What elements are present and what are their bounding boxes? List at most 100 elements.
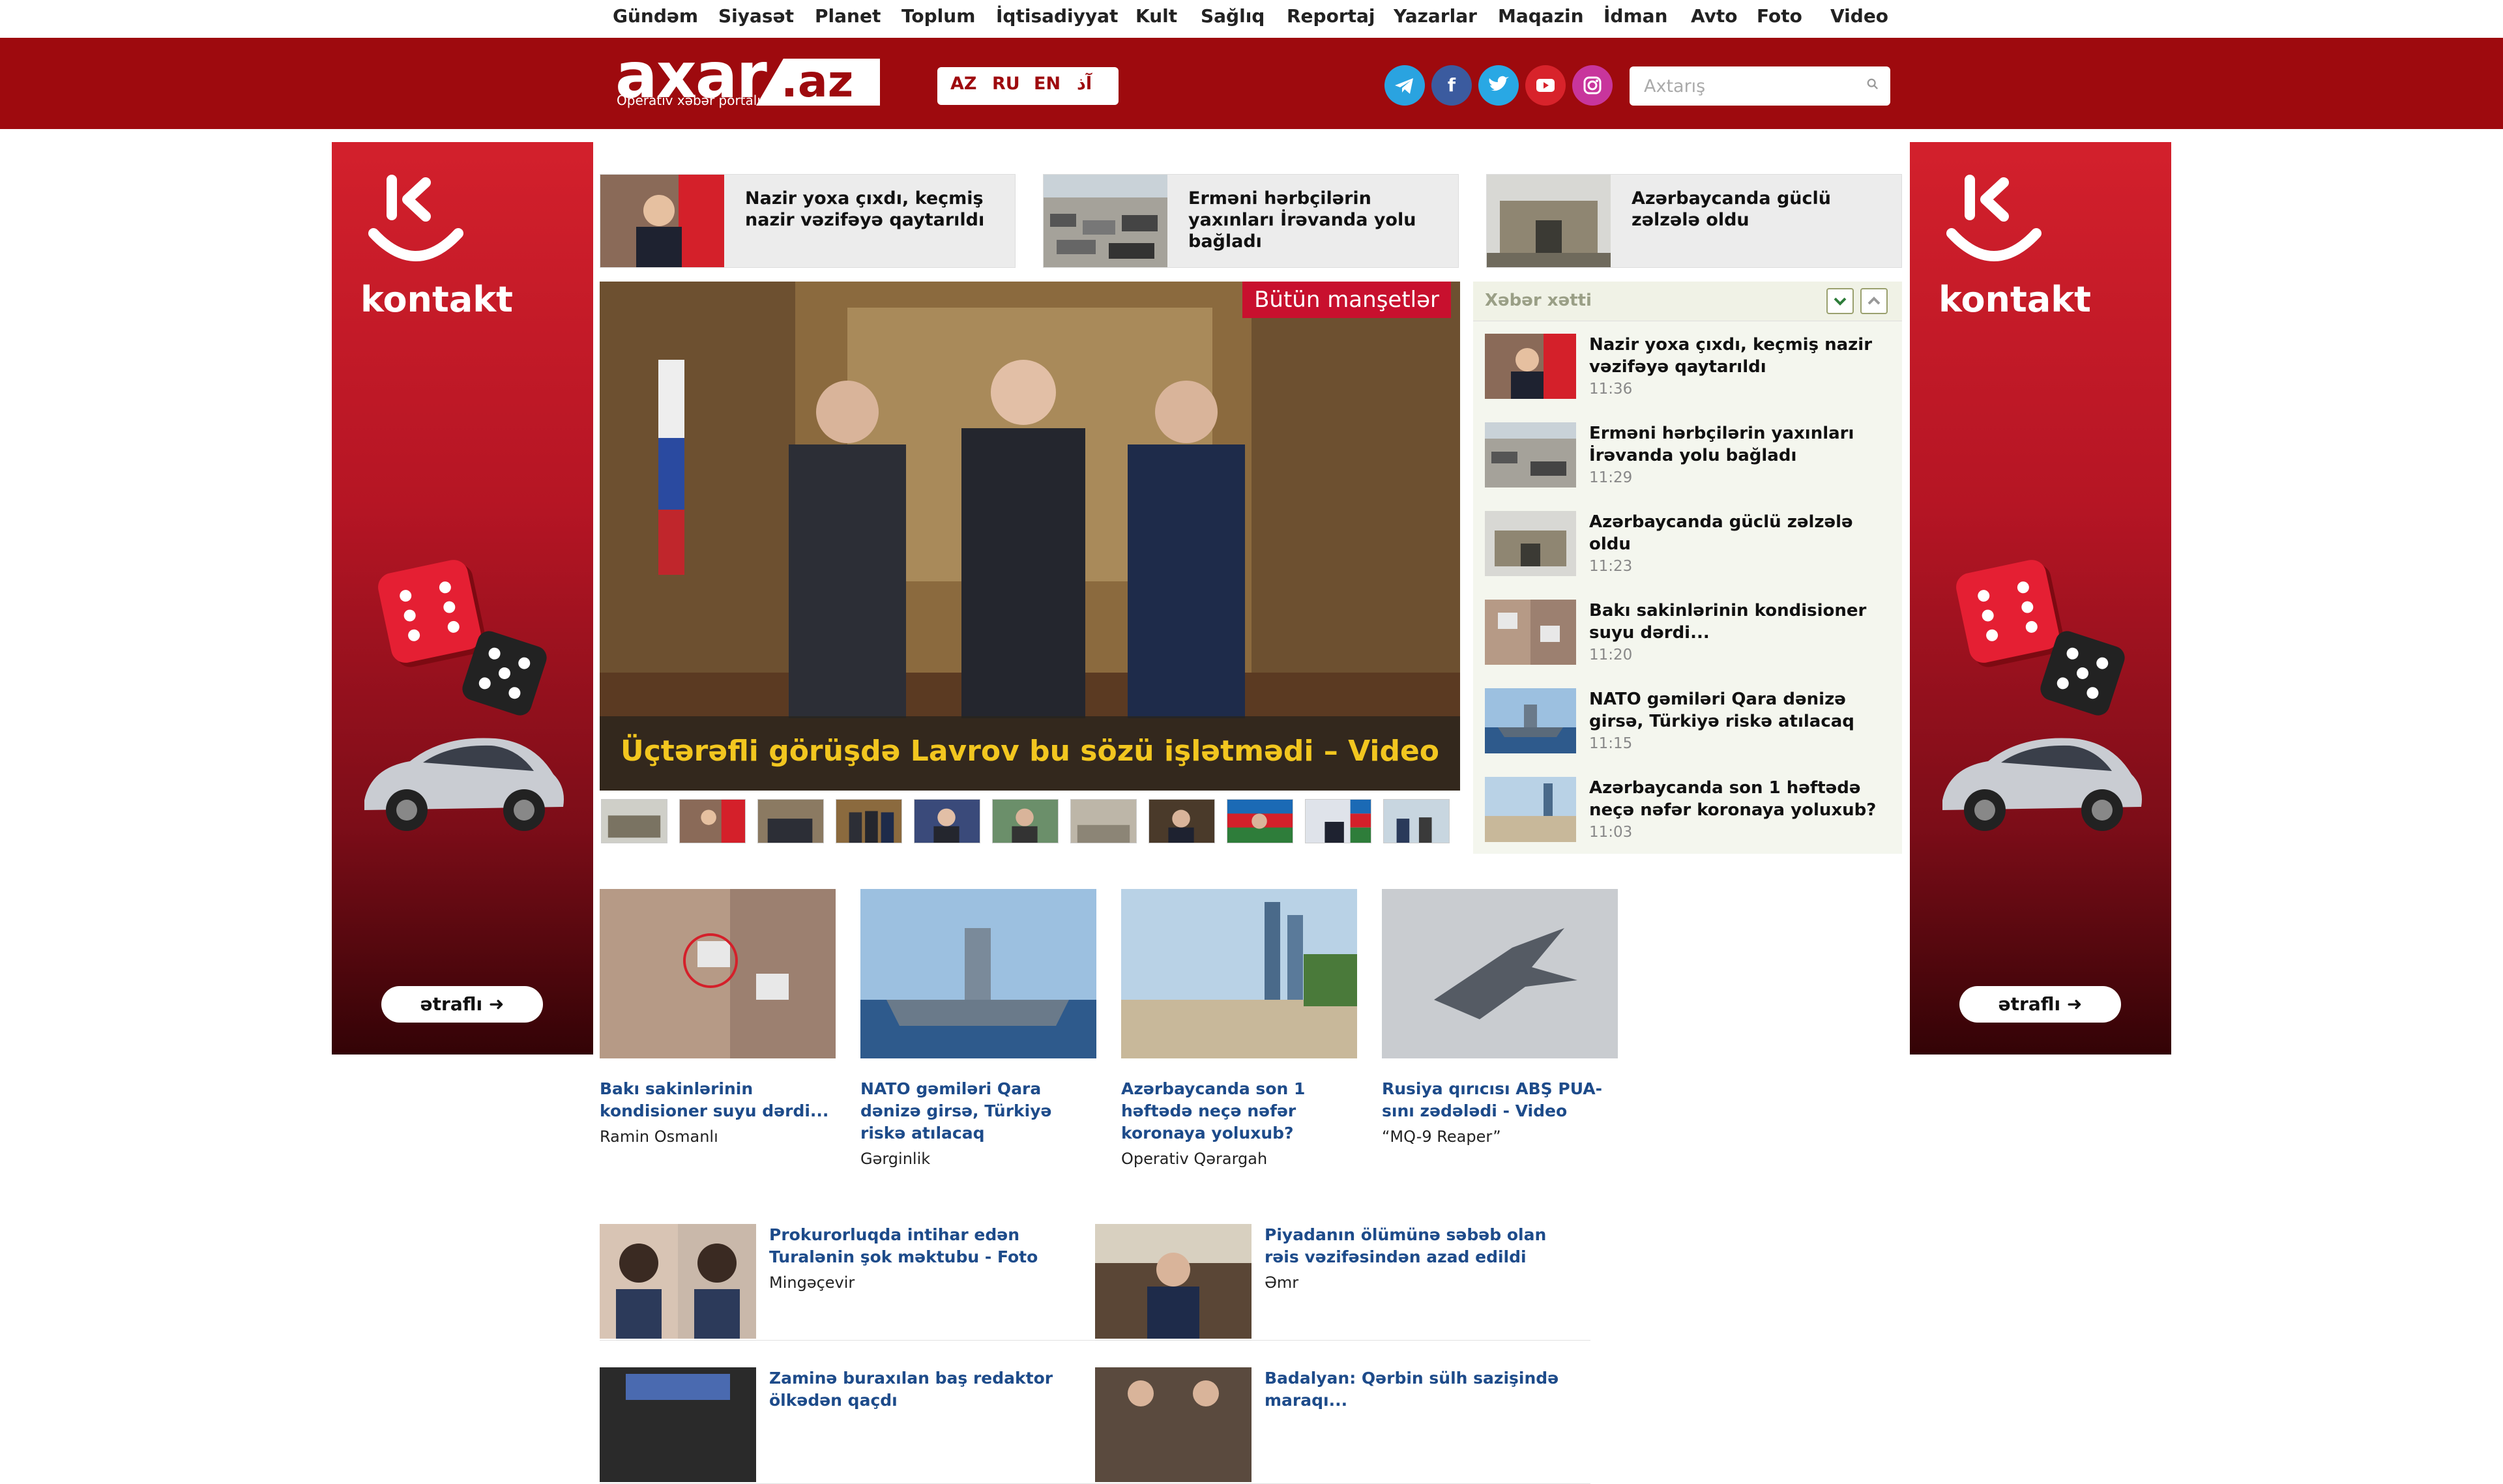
grid-news-title[interactable]: Rusiya qırıcısı ABŞ PUA-sını zədələdi - … (1382, 1078, 1618, 1122)
feed-item-time: 11:29 (1589, 469, 1633, 486)
scroll-up-button[interactable] (1860, 288, 1888, 314)
feed-item-time: 11:20 (1589, 647, 1633, 663)
chevron-up-icon (1867, 297, 1881, 305)
twitter-icon[interactable] (1478, 65, 1519, 106)
nav-item-avto[interactable]: Avto (1691, 5, 1738, 27)
list-news-item[interactable]: Piyadanın ölümünə səbəb olan rəis vəzifə… (1095, 1224, 1590, 1341)
site-header (0, 38, 2503, 129)
youtube-icon[interactable] (1525, 65, 1566, 106)
nav-item-gundem[interactable]: Gündəm (613, 5, 698, 27)
grid-news-card[interactable]: Bakı sakinlərinin kondisioner suyu dərdi… (600, 889, 836, 1146)
feed-item[interactable]: Azərbaycanda son 1 həftədə neçə nəfər ko… (1485, 777, 1902, 862)
feed-item[interactable]: NATO gəmiləri Qara dənizə girsə, Türkiyə… (1485, 688, 1902, 773)
feed-item-title: Erməni hərbçilərin yaxınları İrəvanda yo… (1589, 424, 1854, 465)
ad-more-button[interactable]: ətraflı ➜ (381, 986, 543, 1023)
news-thumbnail (1044, 175, 1167, 267)
logo-suffix: .az (781, 56, 854, 108)
slider-thumb[interactable] (1227, 799, 1293, 843)
ad-more-button[interactable]: ətraflı ➜ (1959, 986, 2121, 1023)
nav-item-kult[interactable]: Kult (1135, 5, 1177, 27)
list-news-title[interactable]: Badalyan: Qərbin sülh sazişində maraqı..… (1265, 1367, 1577, 1412)
nav-item-toplum[interactable]: Toplum (901, 5, 975, 27)
feed-item[interactable]: Bakı sakinlərinin kondisioner suyu dərdi… (1485, 600, 1902, 684)
nav-item-yazarlar[interactable]: Yazarlar (1394, 5, 1477, 27)
telegram-icon[interactable] (1384, 65, 1425, 106)
lang-ru[interactable]: RU (992, 74, 1020, 94)
grid-news-title[interactable]: Azərbaycanda son 1 həftədə neçə nəfər ko… (1121, 1078, 1357, 1144)
grid-news-card[interactable]: Rusiya qırıcısı ABŞ PUA-sını zədələdi - … (1382, 889, 1618, 1146)
feed-item[interactable]: Nazir yoxa çıxdı, keçmiş nazir vəzifəyə … (1485, 334, 1902, 418)
slider-thumb[interactable] (914, 799, 980, 843)
headline-slider[interactable]: Bütün manşetlər Üçtərəfli görüşdə Lavrov… (600, 282, 1460, 791)
nav-item-iqtisadiyyat[interactable]: İqtisadiyyat (996, 5, 1118, 27)
headline-caption[interactable]: Üçtərəfli görüşdə Lavrov bu sözü işlətmə… (600, 735, 1460, 768)
search-icon[interactable] (1867, 78, 1879, 90)
list-news-title[interactable]: Zaminə buraxılan baş redaktor ölkədən qa… (769, 1367, 1082, 1412)
feed-thumbnail (1485, 422, 1576, 487)
slider-thumb[interactable] (836, 799, 902, 843)
feed-thumbnail (1485, 511, 1576, 576)
nav-item-video[interactable]: Video (1830, 5, 1888, 27)
list-news-image (1095, 1224, 1252, 1339)
nav-item-saglig[interactable]: Sağlıq (1201, 5, 1265, 27)
news-feed-header: Xəbər xətti (1473, 282, 1902, 321)
nav-item-reportaj[interactable]: Reportaj (1287, 5, 1375, 27)
slider-thumb[interactable] (992, 799, 1059, 843)
top-news-title: Azərbaycanda güclü zəlzələ oldu (1632, 188, 1831, 230)
feed-item-time: 11:15 (1589, 735, 1633, 752)
grid-news-image (1121, 889, 1357, 1058)
news-feed: Xəbər xətti Nazir yoxa çıxdı, keçmiş naz… (1473, 282, 1902, 854)
feed-item-time: 11:23 (1589, 558, 1633, 575)
feed-item-time: 11:36 (1589, 381, 1633, 398)
nav-item-maqazin[interactable]: Maqazin (1498, 5, 1584, 27)
grid-news-image (600, 889, 836, 1058)
feed-item[interactable]: Azərbaycanda güclü zəlzələ oldu 11:23 (1485, 511, 1902, 596)
lang-en[interactable]: EN (1034, 74, 1061, 94)
nav-item-idman[interactable]: İdman (1603, 5, 1667, 27)
top-news-card[interactable]: Azərbaycanda güclü zəlzələ oldu (1486, 174, 1902, 268)
slider-thumb[interactable] (757, 799, 824, 843)
list-news-item[interactable]: Zaminə buraxılan baş redaktor ölkədən qa… (600, 1367, 1095, 1484)
list-news-title[interactable]: Prokurorluqda intihar edən Turalənin şok… (769, 1224, 1082, 1268)
slider-thumb[interactable] (679, 799, 746, 843)
right-ad-banner[interactable]: kontakt ətraflı ➜ (1910, 142, 2171, 1055)
feed-item[interactable]: Erməni hərbçilərin yaxınları İrəvanda yo… (1485, 422, 1902, 507)
grid-news-subtitle: Gərginlik (860, 1150, 931, 1168)
site-logo[interactable]: axar .az Operativ xəbər portalı (613, 39, 880, 117)
feed-thumbnail (1485, 600, 1576, 665)
feed-item-time: 11:03 (1589, 824, 1633, 841)
language-switcher: AZ RU EN آذ (937, 67, 1119, 105)
top-news-card[interactable]: Nazir yoxa çıxdı, keçmiş nazir vəzifəyə … (600, 174, 1016, 268)
lang-az[interactable]: AZ (950, 74, 976, 94)
slider-thumb[interactable] (601, 799, 667, 843)
list-news-item[interactable]: Badalyan: Qərbin sülh sazişində maraqı..… (1095, 1367, 1590, 1484)
slider-thumb[interactable] (1070, 799, 1137, 843)
kontakt-logo-icon (1946, 175, 2042, 261)
feed-item-title: Azərbaycanda son 1 həftədə neçə nəfər ko… (1589, 778, 1877, 820)
grid-news-card[interactable]: Azərbaycanda son 1 həftədə neçə nəfər ko… (1121, 889, 1357, 1168)
kontakt-logo-icon (368, 175, 463, 261)
feed-thumbnail (1485, 334, 1576, 399)
slider-thumb[interactable] (1305, 799, 1371, 843)
nav-item-foto[interactable]: Foto (1757, 5, 1802, 27)
slider-thumb[interactable] (1383, 799, 1450, 843)
left-ad-banner[interactable]: kontakt ətraflı ➜ (332, 142, 593, 1055)
grid-news-title[interactable]: Bakı sakinlərinin kondisioner suyu dərdi… (600, 1078, 836, 1122)
nav-item-planet[interactable]: Planet (815, 5, 881, 27)
facebook-icon[interactable]: f (1431, 65, 1472, 106)
lang-az-arabic[interactable]: آذ (1077, 74, 1092, 94)
slider-thumb[interactable] (1149, 799, 1215, 843)
nav-item-siyaset[interactable]: Siyasət (718, 5, 794, 27)
grid-news-title[interactable]: NATO gəmiləri Qara dənizə girsə, Türkiyə… (860, 1078, 1096, 1144)
slider-thumbnails (601, 799, 1461, 845)
list-news-title[interactable]: Piyadanın ölümünə səbəb olan rəis vəzifə… (1265, 1224, 1577, 1268)
dice-icon (375, 557, 484, 666)
scroll-down-button[interactable] (1826, 288, 1854, 314)
top-news-card[interactable]: Erməni hərbçilərin yaxınları İrəvanda yo… (1043, 174, 1459, 268)
grid-news-card[interactable]: NATO gəmiləri Qara dənizə girsə, Türkiyə… (860, 889, 1096, 1168)
all-headlines-link[interactable]: Bütün manşetlər (1242, 282, 1451, 318)
instagram-icon[interactable] (1572, 65, 1613, 106)
list-news-item[interactable]: Prokurorluqda intihar edən Turalənin şok… (600, 1224, 1095, 1341)
car-image (364, 738, 564, 831)
search-input[interactable] (1643, 72, 1860, 100)
